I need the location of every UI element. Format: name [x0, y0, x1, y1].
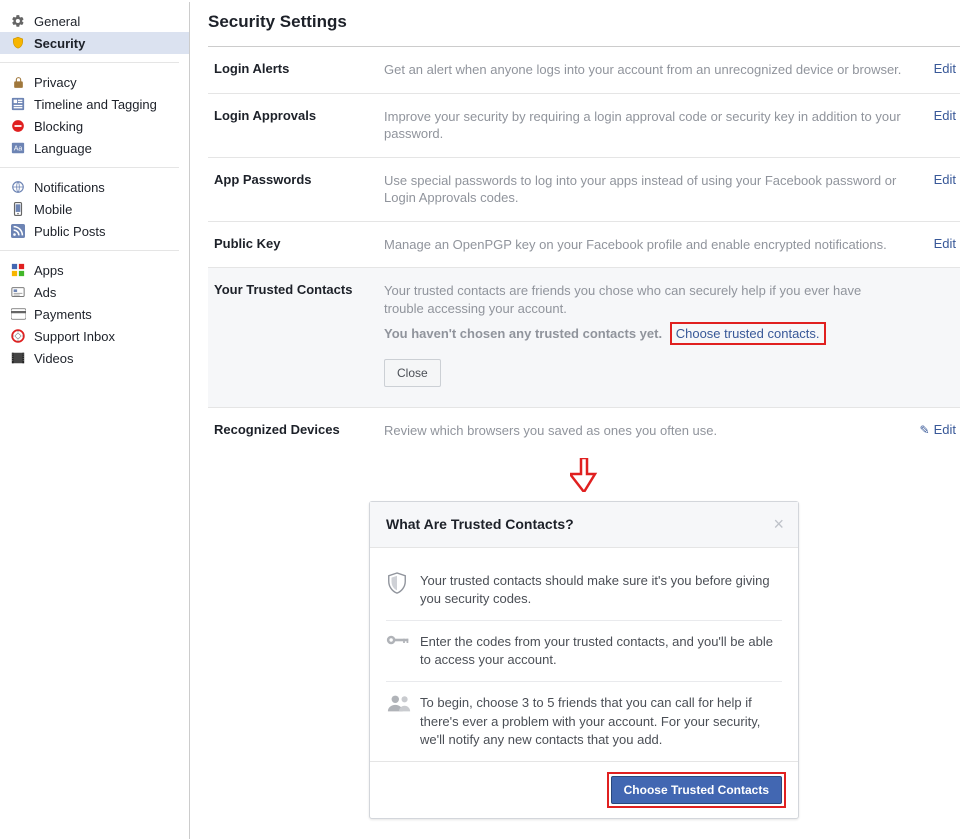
edit-link[interactable]: Edit: [934, 236, 956, 251]
main-content: Security Settings Login Alerts Get an al…: [208, 0, 974, 839]
choose-trusted-contacts-button[interactable]: Choose Trusted Contacts: [611, 776, 782, 804]
sidebar-item-label: General: [34, 14, 80, 29]
sidebar-item-label: Ads: [34, 285, 56, 300]
settings-sidebar: General Security Privacy Timelin: [0, 2, 190, 839]
row-desc: Your trusted contacts are friends you ch…: [384, 282, 916, 387]
row-label: Login Approvals: [214, 108, 384, 143]
sidebar-item-label: Language: [34, 141, 92, 156]
row-login-approvals: Login Approvals Improve your security by…: [208, 94, 960, 158]
lock-icon: [10, 74, 26, 90]
close-icon[interactable]: ×: [773, 514, 784, 535]
sidebar-item-mobile[interactable]: Mobile: [0, 198, 189, 220]
row-label: Your Trusted Contacts: [214, 282, 384, 387]
sidebar-item-privacy[interactable]: Privacy: [0, 71, 189, 93]
svg-text:Aa: Aa: [14, 146, 23, 153]
sidebar-item-label: Support Inbox: [34, 329, 115, 344]
edit-link[interactable]: Edit: [934, 172, 956, 187]
sidebar-item-label: Public Posts: [34, 224, 106, 239]
sidebar-item-label: Blocking: [34, 119, 83, 134]
ads-icon: [10, 284, 26, 300]
sidebar-item-public-posts[interactable]: Public Posts: [0, 220, 189, 242]
gear-icon: [10, 13, 26, 29]
sidebar-item-label: Timeline and Tagging: [34, 97, 157, 112]
sidebar-item-label: Videos: [34, 351, 74, 366]
dialog-title: What Are Trusted Contacts?: [386, 516, 773, 532]
dialog-line: Your trusted contacts should make sure i…: [420, 572, 782, 608]
globe-icon: [10, 179, 26, 195]
shield-icon: [10, 35, 26, 51]
sidebar-item-payments[interactable]: Payments: [0, 303, 189, 325]
edit-link[interactable]: Edit: [934, 61, 956, 76]
row-desc: Manage an OpenPGP key on your Facebook p…: [384, 236, 916, 254]
sidebar-item-label: Payments: [34, 307, 92, 322]
dialog-line: To begin, choose 3 to 5 friends that you…: [420, 694, 782, 749]
trusted-not-chosen: You haven't chosen any trusted contacts …: [384, 326, 662, 341]
sidebar-item-timeline[interactable]: Timeline and Tagging: [0, 93, 189, 115]
edit-link[interactable]: Edit: [934, 422, 956, 437]
row-trusted-contacts: Your Trusted Contacts Your trusted conta…: [208, 268, 960, 408]
sidebar-item-support[interactable]: Support Inbox: [0, 325, 189, 347]
key-icon: [386, 633, 420, 669]
down-arrow-icon: [570, 458, 598, 492]
row-app-passwords: App Passwords Use special passwords to l…: [208, 158, 960, 222]
sidebar-item-label: Mobile: [34, 202, 72, 217]
timeline-icon: [10, 96, 26, 112]
row-desc: Improve your security by requiring a log…: [384, 108, 916, 143]
sidebar-item-label: Privacy: [34, 75, 77, 90]
edit-link[interactable]: Edit: [934, 108, 956, 123]
row-login-alerts: Login Alerts Get an alert when anyone lo…: [208, 47, 960, 94]
people-icon: [386, 694, 420, 749]
sidebar-item-general[interactable]: General: [0, 10, 189, 32]
sidebar-item-apps[interactable]: Apps: [0, 259, 189, 281]
annotation-arrow: [208, 458, 960, 495]
sidebar-item-label: Notifications: [34, 180, 105, 195]
row-label: Recognized Devices: [214, 422, 384, 440]
sidebar-item-ads[interactable]: Ads: [0, 281, 189, 303]
sidebar-item-language[interactable]: Aa Language: [0, 137, 189, 159]
language-icon: Aa: [10, 140, 26, 156]
lifebuoy-icon: [10, 328, 26, 344]
annotation-highlight: Choose Trusted Contacts: [607, 772, 786, 808]
card-icon: [10, 306, 26, 322]
blocking-icon: [10, 118, 26, 134]
rss-icon: [10, 223, 26, 239]
sidebar-item-notifications[interactable]: Notifications: [0, 176, 189, 198]
trusted-contacts-dialog: What Are Trusted Contacts? × Your truste…: [369, 501, 799, 819]
row-desc: Review which browsers you saved as ones …: [384, 422, 916, 440]
row-desc: Use special passwords to log into your a…: [384, 172, 916, 207]
film-icon: [10, 350, 26, 366]
row-desc: Get an alert when anyone logs into your …: [384, 61, 916, 79]
row-recognized-devices: Recognized Devices Review which browsers…: [208, 408, 960, 454]
mobile-icon: [10, 201, 26, 217]
pencil-icon: ✎: [920, 423, 930, 437]
sidebar-item-label: Security: [34, 36, 85, 51]
shield-outline-icon: [386, 572, 420, 608]
sidebar-item-label: Apps: [34, 263, 64, 278]
row-public-key: Public Key Manage an OpenPGP key on your…: [208, 222, 960, 269]
sidebar-item-videos[interactable]: Videos: [0, 347, 189, 369]
row-label: App Passwords: [214, 172, 384, 207]
trusted-desc: Your trusted contacts are friends you ch…: [384, 283, 861, 316]
choose-trusted-link[interactable]: Choose trusted contacts.: [670, 322, 826, 345]
dialog-line: Enter the codes from your trusted contac…: [420, 633, 782, 669]
close-button[interactable]: Close: [384, 359, 441, 387]
sidebar-item-blocking[interactable]: Blocking: [0, 115, 189, 137]
row-label: Login Alerts: [214, 61, 384, 79]
apps-icon: [10, 262, 26, 278]
sidebar-item-security[interactable]: Security: [0, 32, 189, 54]
page-title: Security Settings: [208, 10, 960, 46]
row-label: Public Key: [214, 236, 384, 254]
